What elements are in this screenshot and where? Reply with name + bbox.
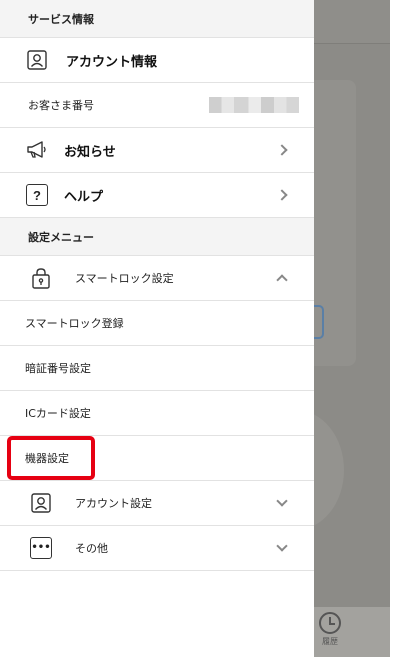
menu-item-other-label: その他 (75, 542, 108, 555)
more-glyph: ••• (30, 537, 52, 559)
customer-number-masked-value (209, 97, 299, 113)
screen-edge (390, 0, 400, 657)
submenu-smartlock-register-label: スマートロック登録 (25, 317, 124, 330)
side-drawer: サービス情報 アカウント情報 お客さま番号 お知らせ ? ヘルプ 設定メニュー … (0, 0, 314, 657)
menu-item-smartlock-settings[interactable]: スマートロック設定 (0, 256, 314, 301)
chevron-down-icon (276, 495, 288, 507)
customer-number-label: お客さま番号 (28, 99, 94, 112)
menu-item-account-settings-label: アカウント設定 (75, 497, 152, 510)
tab-history: 履歴 (316, 612, 344, 647)
user-icon (26, 49, 48, 71)
submenu-smartlock-register[interactable]: スマートロック登録 (0, 301, 314, 346)
menu-item-account-info-label: アカウント情報 (66, 54, 158, 70)
megaphone-icon (26, 139, 48, 161)
submenu-pin-settings[interactable]: 暗証番号設定 (0, 346, 314, 391)
section-header-service-label: サービス情報 (28, 12, 94, 26)
tab-history-label: 履歴 (322, 637, 338, 646)
section-header-service: サービス情報 (0, 0, 314, 38)
chevron-up-icon (276, 274, 288, 286)
chevron-right-icon (276, 144, 288, 156)
menu-item-news[interactable]: お知らせ (0, 128, 314, 173)
highlight-box-device-settings (7, 436, 95, 480)
submenu-ic-card-settings-label: ICカード設定 (25, 407, 91, 420)
menu-item-news-label: お知らせ (64, 144, 116, 160)
customer-number-row: お客さま番号 (0, 83, 314, 128)
history-icon (319, 612, 341, 634)
submenu-ic-card-settings[interactable]: ICカード設定 (0, 391, 314, 436)
user-icon (30, 492, 52, 514)
menu-item-help-label: ヘルプ (64, 189, 104, 205)
menu-item-help[interactable]: ? ヘルプ (0, 173, 314, 218)
menu-item-account-info[interactable]: アカウント情報 (0, 38, 314, 83)
section-header-settings: 設定メニュー (0, 218, 314, 256)
chevron-right-icon (276, 189, 288, 201)
question-icon: ? (26, 184, 48, 206)
more-icon: ••• (30, 537, 52, 559)
menu-item-other[interactable]: ••• その他 (0, 526, 314, 571)
chevron-down-icon (276, 540, 288, 552)
lock-icon (30, 267, 52, 289)
question-glyph: ? (26, 184, 48, 206)
menu-item-smartlock-settings-label: スマートロック設定 (75, 272, 174, 285)
section-header-settings-label: 設定メニュー (28, 230, 94, 244)
menu-item-account-settings[interactable]: アカウント設定 (0, 481, 314, 526)
submenu-pin-settings-label: 暗証番号設定 (25, 362, 91, 375)
